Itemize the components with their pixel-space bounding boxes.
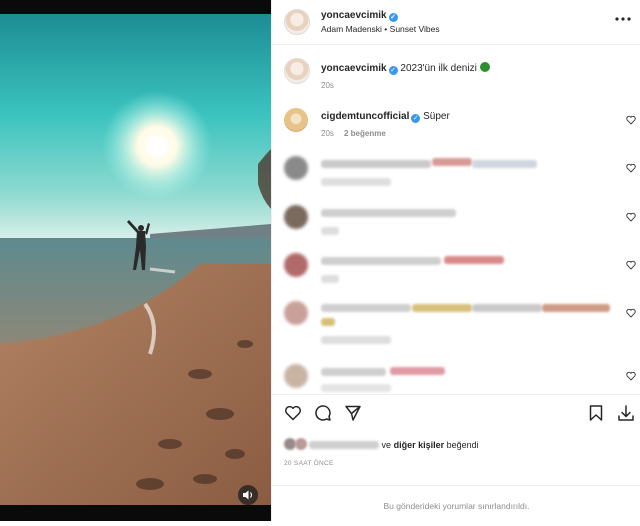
- post-side-panel: yoncaevcimik ✓ Adam Madenski • Sunset Vib…: [271, 0, 640, 521]
- blurred-text: [321, 318, 335, 326]
- blurred-text: [472, 160, 537, 168]
- blurred-avatar: [284, 301, 308, 325]
- heart-icon[interactable]: [284, 404, 302, 422]
- blurred-text: [321, 160, 431, 168]
- blurred-text: [412, 304, 472, 312]
- blurred-avatar: [284, 253, 308, 277]
- post-caption: yoncaevcimik ✓ 2023'ün ilk denizi: [321, 62, 490, 75]
- blurred-text: [321, 257, 441, 265]
- caption-text: 2023'ün ilk denizi: [400, 63, 477, 74]
- comments-limited-notice: Bu gönderideki yorumlar sınırlandırıldı.: [272, 485, 640, 522]
- other-likers-link[interactable]: diğer kişiler: [394, 440, 445, 450]
- comment-like-heart-icon[interactable]: [626, 260, 636, 270]
- comment-icon[interactable]: [314, 404, 332, 422]
- comment-like-heart-icon[interactable]: [626, 308, 636, 318]
- share-icon[interactable]: [344, 404, 362, 422]
- sound-toggle-button[interactable]: [238, 485, 258, 505]
- blurred-text: [321, 304, 411, 312]
- post-header: yoncaevcimik ✓ Adam Madenski • Sunset Vib…: [272, 0, 640, 45]
- likes-suffix: ve: [381, 440, 392, 450]
- caption-author[interactable]: yoncaevcimik: [321, 63, 387, 74]
- blurred-avatar: [284, 156, 308, 180]
- blurred-meta: [321, 227, 339, 235]
- comment-like-heart-icon[interactable]: [626, 371, 636, 381]
- blurred-text: [432, 158, 472, 166]
- verified-icon: ✓: [388, 13, 398, 22]
- author-username[interactable]: yoncaevcimik ✓: [321, 10, 398, 22]
- blurred-meta: [321, 178, 391, 186]
- caption-author-avatar[interactable]: [284, 58, 310, 84]
- audio-label[interactable]: Adam Madenski • Sunset Vibes: [321, 24, 440, 34]
- caption-time: 20s: [321, 81, 334, 90]
- comment-text: Süper: [423, 111, 450, 122]
- comment-like-heart-icon[interactable]: [626, 163, 636, 173]
- commenter-avatar[interactable]: [284, 108, 308, 132]
- likes-verb: beğendi: [446, 440, 479, 450]
- blurred-avatar: [284, 205, 308, 229]
- likes-summary: ve diğer kişiler beğendi: [284, 438, 479, 450]
- bookmark-icon[interactable]: [588, 404, 604, 422]
- blurred-meta: [321, 384, 391, 392]
- more-icon[interactable]: [615, 16, 631, 22]
- sound-icon: [243, 490, 253, 500]
- liker-avatar: [294, 438, 307, 450]
- blurred-meta: [321, 275, 339, 283]
- comment-author[interactable]: cigdemtuncofficial: [321, 111, 409, 122]
- blurred-text: [321, 368, 386, 376]
- comment-like-heart-icon[interactable]: [626, 212, 636, 222]
- blurred-text: [321, 209, 456, 217]
- author-avatar[interactable]: [284, 9, 310, 35]
- download-icon[interactable]: [617, 404, 635, 422]
- blurred-text: [444, 256, 504, 264]
- beach-scene: [0, 14, 271, 505]
- blurred-liker-name: [309, 441, 380, 449]
- post-video[interactable]: [0, 14, 271, 505]
- blurred-text: [542, 304, 610, 312]
- clover-emoji-icon: [479, 62, 490, 72]
- bottom-dark-bar: [0, 505, 271, 521]
- comment-like-heart-icon[interactable]: [626, 115, 636, 125]
- post-actions-bar: [272, 394, 640, 431]
- blurred-avatar: [284, 364, 308, 388]
- comment-time: 20s: [321, 129, 334, 138]
- blurred-meta: [321, 336, 391, 344]
- blurred-text: [390, 367, 445, 375]
- post-age: 20 SAAT ÖNCE: [284, 460, 334, 467]
- verified-icon: ✓: [411, 114, 421, 123]
- verified-icon: ✓: [388, 66, 398, 75]
- comment: cigdemtuncofficial ✓ Süper: [321, 111, 450, 123]
- comment-likes[interactable]: 2 beğenme: [344, 129, 386, 138]
- blurred-text: [472, 304, 542, 312]
